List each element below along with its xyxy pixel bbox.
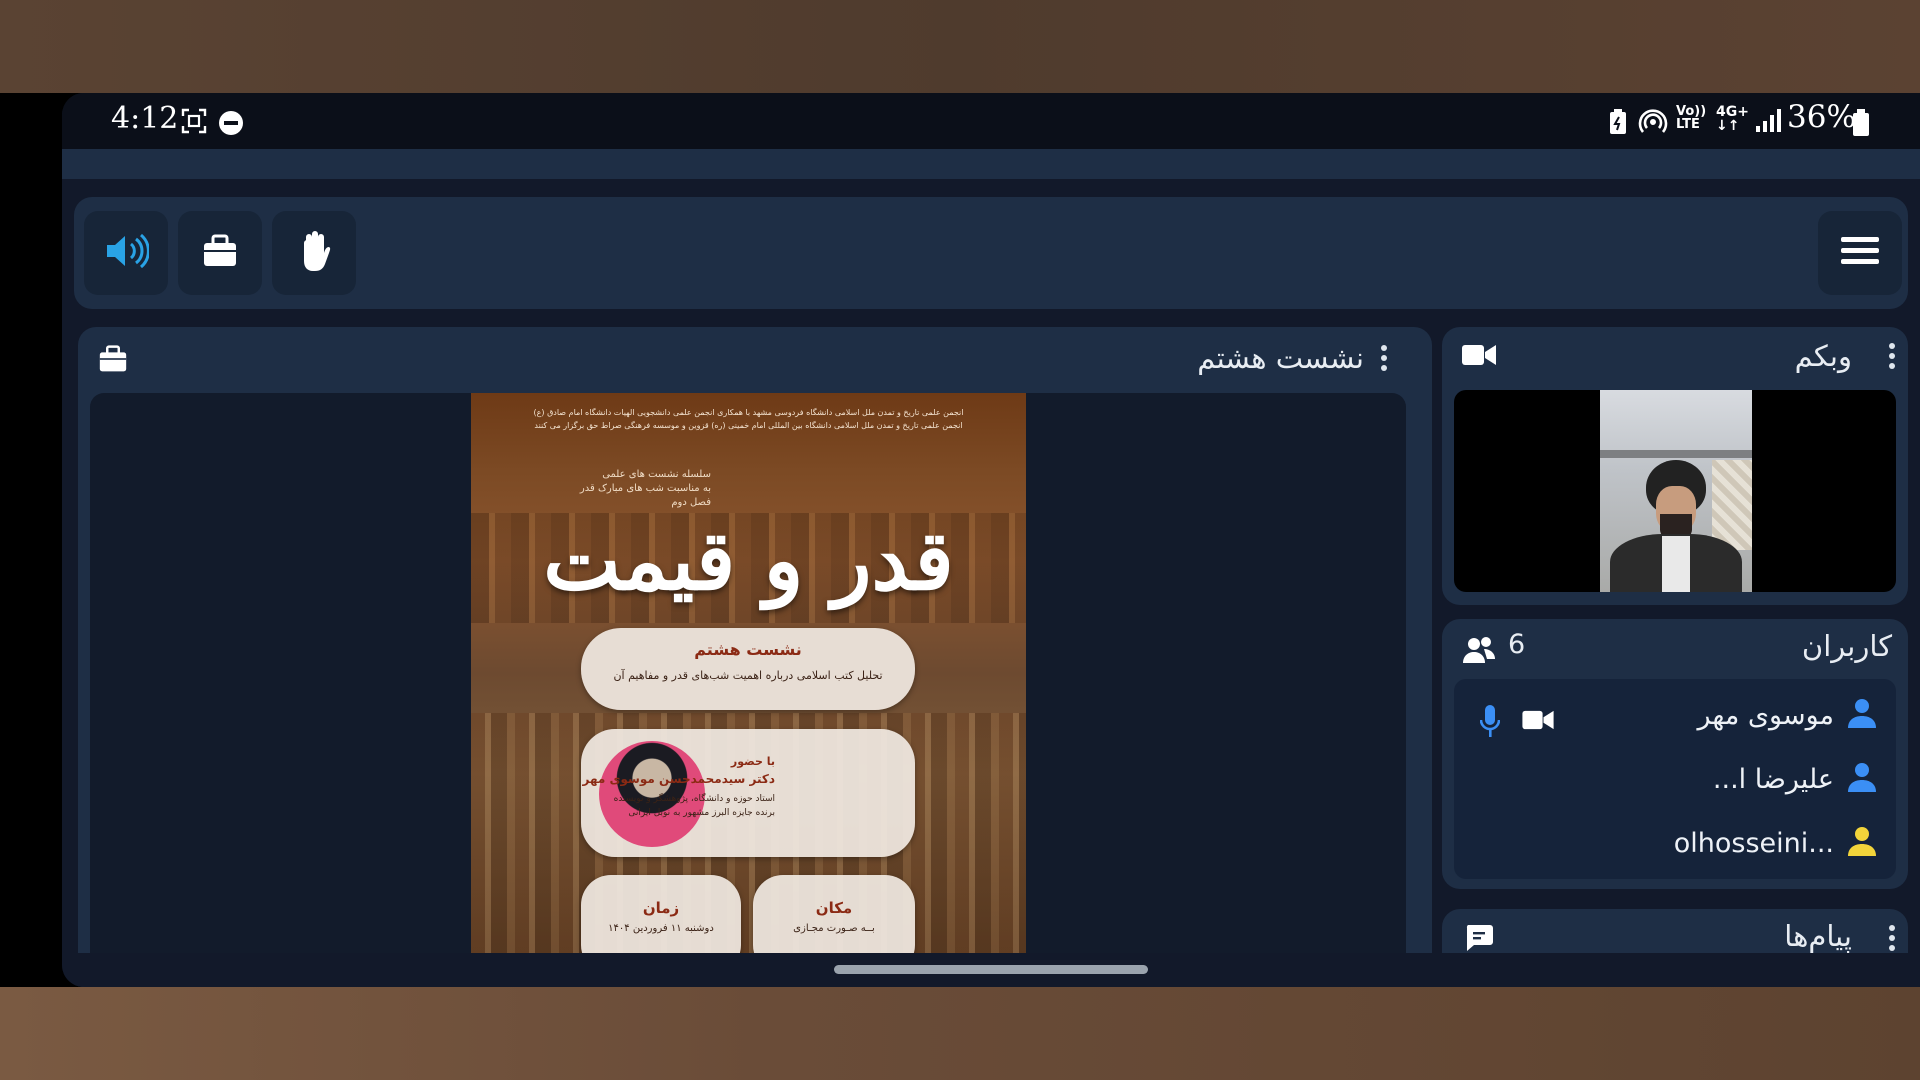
poster-session-subtitle: تحلیل کتب اسلامی درباره اهمیت شب‌های قدر…: [613, 669, 883, 682]
user-row-2[interactable]: علیرضا ا...: [1713, 757, 1878, 801]
poster-speaker-role-2: برنده جایزه البرز مشهور به نوبل ایرانی: [628, 808, 775, 818]
presentation-options-icon[interactable]: [1381, 345, 1389, 375]
webcam-title: وبکم: [1794, 339, 1852, 373]
user-microphone-icon: [1479, 705, 1501, 743]
poster-header-2: انجمن علمی تاریخ و تمدن ملل اسلامی دانشگ…: [534, 421, 963, 430]
screenshot-icon: [180, 107, 208, 139]
webcam-panel: وبکم: [1442, 327, 1908, 605]
user-row-1[interactable]: موسوی مهر: [1697, 693, 1878, 737]
webcam-feed: [1600, 390, 1752, 592]
hamburger-menu-icon: [1841, 235, 1879, 271]
volte-icon: Vo)) LTE: [1676, 104, 1707, 132]
webcam-options-icon[interactable]: [1889, 343, 1897, 373]
poster-header-1: انجمن علمی تاریخ و تمدن ملل اسلامی دانشگ…: [533, 408, 964, 417]
phone-frame: 4:12 Vo)) LTE 4G+ ↓↑ 36% نشست هشتم انجمن…: [0, 93, 1920, 987]
webcam-video-area: [1454, 390, 1896, 592]
toolbar: [74, 197, 1908, 309]
home-indicator[interactable]: [834, 965, 1148, 974]
poster-place-label: مکان: [815, 899, 853, 917]
poster-series: سلسله نشست های علمی به مناسبت شب های مبا…: [580, 468, 711, 510]
poster-session-title: نشست هشتم: [694, 640, 802, 659]
signal-icon: [1755, 109, 1781, 137]
speaker-icon: [103, 231, 150, 275]
poster-speaker-name: دکتر سیدمحمدحسن موسوی مهر: [582, 772, 775, 786]
poster-time-label: زمان: [642, 899, 680, 917]
user-name-1: موسوی مهر: [1697, 699, 1834, 731]
user-avatar-icon: [1846, 826, 1878, 860]
presentation-briefcase-icon[interactable]: [98, 345, 128, 377]
main-menu-button[interactable]: [1818, 211, 1902, 295]
poster-presence-label: با حضور: [730, 755, 775, 768]
network-type-icon: 4G+ ↓↑: [1716, 104, 1749, 134]
battery-icon: [1852, 109, 1870, 141]
users-title: کاربران: [1801, 629, 1892, 663]
status-time: 4:12: [111, 101, 179, 136]
poster-place-value: بــه صـورت مجـازی: [793, 923, 875, 934]
audio-button[interactable]: [84, 211, 168, 295]
hand-icon: [294, 229, 334, 277]
place-pill: مکان بــه صـورت مجـازی: [753, 875, 915, 953]
app-screen: 4:12 Vo)) LTE 4G+ ↓↑ 36% نشست هشتم انجمن…: [62, 93, 1920, 987]
raise-hand-button[interactable]: [272, 211, 356, 295]
user-avatar-icon: [1846, 698, 1878, 732]
poster-time-value: دوشنبه ۱۱ فروردین ۱۴۰۴: [608, 923, 714, 934]
briefcase-icon: [202, 234, 238, 272]
poster-series-line-3: فصل دوم: [671, 497, 711, 508]
user-name-2: علیرضا ا...: [1712, 763, 1834, 795]
battery-saver-icon: [1607, 109, 1629, 139]
users-list: موسوی مهر علیرضا ا... ...olhosseini: [1454, 679, 1896, 879]
video-camera-icon[interactable]: [1462, 343, 1496, 371]
network-type-label: 4G+: [1716, 104, 1749, 120]
speaker-info: با حضور دکتر سیدمحمدحسن موسوی مهر استاد …: [575, 755, 775, 818]
poster-main-title: قدر و قیمت: [543, 513, 954, 609]
user-row-3[interactable]: ...olhosseini: [1674, 821, 1878, 865]
top-strip: [62, 149, 1920, 179]
user-avatar-icon: [1846, 762, 1878, 796]
users-count: 6: [1508, 629, 1526, 660]
status-bar: 4:12 Vo)) LTE 4G+ ↓↑ 36%: [62, 93, 1920, 149]
background-desk: [0, 987, 1920, 1080]
presentation-stage: انجمن علمی تاریخ و تمدن ملل اسلامی دانشگ…: [90, 393, 1406, 953]
messages-title: پیام‌ها: [1784, 919, 1852, 953]
messages-options-icon[interactable]: [1889, 925, 1897, 955]
session-pill: نشست هشتم تحلیل کتب اسلامی درباره اهمیت …: [581, 628, 915, 710]
battery-percent: 36%: [1787, 99, 1856, 135]
hotspot-icon: [1638, 107, 1668, 141]
time-pill: زمان دوشنبه ۱۱ فروردین ۱۴۰۴: [581, 875, 741, 953]
users-group-icon: [1462, 635, 1496, 669]
presentation-title: نشست هشتم: [1197, 341, 1364, 375]
share-screen-button[interactable]: [178, 211, 262, 295]
poster-series-line-2: به مناسبت شب های مبارک قدر: [579, 483, 711, 494]
speaker-pill: با حضور دکتر سیدمحمدحسن موسوی مهر استاد …: [581, 729, 915, 857]
user-name-3: ...olhosseini: [1673, 827, 1834, 859]
users-panel: 6 کاربران موسوی مهر علیرضا ا... ...olhos…: [1442, 619, 1908, 889]
chat-bubble-icon: [1464, 923, 1494, 957]
poster-series-line-1: سلسله نشست های علمی: [602, 469, 711, 480]
poster-speaker-role-1: استاد حوزه و دانشگاه، پژوهشگر و نویسنده: [613, 794, 775, 804]
do-not-disturb-icon: [218, 110, 244, 140]
presentation-slide: انجمن علمی تاریخ و تمدن ملل اسلامی دانشگ…: [471, 393, 1026, 953]
user-camera-icon: [1522, 709, 1554, 735]
